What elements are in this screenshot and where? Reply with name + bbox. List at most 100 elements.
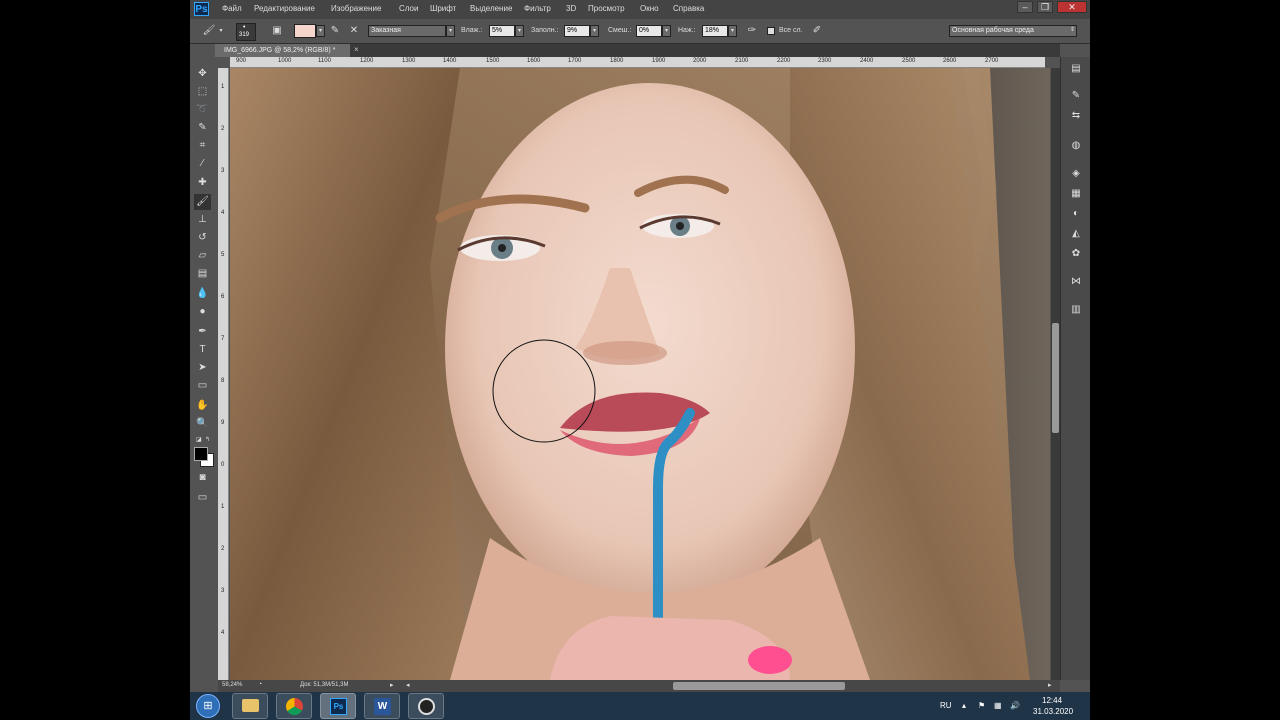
workspace-select[interactable]: Основная рабочая среда: [949, 25, 1077, 37]
photoshop-icon: Ps: [330, 698, 347, 715]
menu-layers[interactable]: Слои: [399, 4, 418, 13]
load-brush-icon[interactable]: ✎: [328, 24, 342, 38]
menu-window[interactable]: Окно: [640, 4, 659, 13]
hand-tool-icon[interactable]: ✋: [194, 398, 211, 414]
wet-chevron-icon[interactable]: ▾: [515, 25, 524, 37]
language-indicator[interactable]: RU: [940, 701, 952, 710]
move-tool-icon[interactable]: ✥: [194, 66, 211, 82]
mixer-preset-chevron-icon[interactable]: ▾: [446, 25, 455, 37]
load-chevron-icon[interactable]: ▾: [590, 25, 599, 37]
default-colors-icon[interactable]: ◪: [196, 436, 202, 443]
swatch-menu-chevron-icon[interactable]: ▾: [316, 25, 325, 37]
minimize-icon[interactable]: ‒: [1017, 1, 1033, 13]
color-panel-icon[interactable]: ◍: [1069, 139, 1083, 153]
shape-tool-icon[interactable]: ▭: [194, 378, 211, 394]
menu-file[interactable]: Файл: [222, 4, 242, 13]
menu-select[interactable]: Выделение: [470, 4, 512, 13]
properties-panel-icon[interactable]: ▥: [1069, 303, 1083, 317]
document-canvas[interactable]: [230, 68, 1050, 680]
clone-stamp-tool-icon[interactable]: ⊥: [194, 212, 211, 228]
gradient-tool-icon[interactable]: ▤: [194, 266, 211, 282]
foreground-color-swatch[interactable]: [194, 447, 208, 461]
menu-view[interactable]: Просмотр: [588, 4, 625, 13]
swap-colors-icon[interactable]: ↰: [205, 436, 210, 443]
document-tab[interactable]: IMG_6966.JPG @ 58,2% (RGB/8) *: [215, 44, 350, 57]
horizontal-scroll-thumb[interactable]: [673, 682, 845, 690]
workspace-chevron-icon[interactable]: ⇕: [1070, 26, 1075, 33]
menu-3d[interactable]: 3D: [566, 4, 576, 13]
chrome-taskbar-icon[interactable]: [276, 693, 312, 719]
path-select-tool-icon[interactable]: ➤: [194, 360, 211, 376]
menu-filter[interactable]: Фильтр: [524, 4, 551, 13]
styles-panel-icon[interactable]: ◭: [1069, 227, 1083, 241]
clean-brush-icon[interactable]: ✕: [347, 24, 361, 38]
load-input[interactable]: 9%: [564, 25, 590, 37]
vertical-scrollbar[interactable]: [1051, 68, 1060, 680]
zoom-level[interactable]: 58,24%: [222, 682, 242, 688]
vertical-scroll-thumb[interactable]: [1052, 323, 1059, 433]
load-swatch[interactable]: [294, 24, 316, 38]
chevron-down-icon[interactable]: ▾: [217, 24, 225, 38]
scroll-right-icon[interactable]: ▸: [1048, 681, 1052, 689]
obs-taskbar-icon[interactable]: [408, 693, 444, 719]
action-center-icon[interactable]: ⚑: [978, 701, 985, 710]
scroll-left-icon[interactable]: ◂: [406, 681, 410, 689]
lasso-tool-icon[interactable]: ➰: [194, 102, 211, 118]
photoshop-taskbar-icon[interactable]: Ps: [320, 693, 356, 719]
blur-tool-icon[interactable]: 💧: [194, 286, 211, 302]
menu-edit[interactable]: Редактирование: [254, 4, 315, 13]
character-panel-icon[interactable]: ⋈: [1069, 275, 1083, 289]
status-info-icon[interactable]: ◔: [258, 681, 262, 688]
menu-image[interactable]: Изображение: [331, 4, 381, 13]
word-taskbar-icon[interactable]: W: [364, 693, 400, 719]
eyedropper-tool-icon[interactable]: ⁄: [194, 156, 211, 172]
healing-brush-tool-icon[interactable]: ✚: [194, 175, 211, 191]
network-icon[interactable]: ▦: [994, 701, 1002, 710]
explorer-taskbar-icon[interactable]: [232, 693, 268, 719]
menu-help[interactable]: Справка: [673, 4, 704, 13]
volume-icon[interactable]: 🔊: [1010, 701, 1020, 710]
brush-preset-picker[interactable]: • 319: [236, 23, 256, 41]
word-icon: W: [374, 698, 391, 715]
clock-time[interactable]: 12:44: [1042, 696, 1062, 705]
history-brush-tool-icon[interactable]: ↺: [194, 230, 211, 246]
quick-select-tool-icon[interactable]: ✎: [194, 120, 211, 136]
screen-mode-icon[interactable]: ▭: [194, 490, 211, 506]
eraser-tool-icon[interactable]: ▱: [194, 248, 211, 264]
close-icon[interactable]: ✕: [1057, 1, 1087, 13]
crop-tool-icon[interactable]: ⌗: [194, 138, 211, 154]
channels-panel-icon[interactable]: ▦: [1069, 187, 1083, 201]
zoom-tool-icon[interactable]: 🔍: [194, 416, 211, 432]
wet-input[interactable]: 5%: [489, 25, 515, 37]
quick-mask-icon[interactable]: ◙: [194, 470, 211, 486]
brush-panel-icon[interactable]: ▣: [270, 24, 284, 38]
flow-chevron-icon[interactable]: ▾: [728, 25, 737, 37]
tab-close-icon[interactable]: ×: [354, 45, 359, 54]
start-button[interactable]: ⊞: [196, 694, 220, 718]
airbrush-icon[interactable]: ✑: [745, 24, 759, 38]
flow-input[interactable]: 18%: [702, 25, 728, 37]
dodge-tool-icon[interactable]: ●: [194, 304, 211, 320]
pen-tool-icon[interactable]: ✒: [194, 324, 211, 340]
mixer-brush-tool-icon[interactable]: 🖌: [202, 24, 216, 38]
all-layers-checkbox[interactable]: [767, 27, 775, 35]
tray-overflow-icon[interactable]: ▴: [962, 701, 966, 710]
restore-icon[interactable]: ❐: [1037, 1, 1053, 13]
layers-panel-icon[interactable]: ◈: [1069, 167, 1083, 181]
paths-panel-icon[interactable]: ◐: [1069, 207, 1083, 221]
mix-input[interactable]: 0%: [636, 25, 662, 37]
status-menu-arrow-icon[interactable]: ▸: [390, 681, 394, 689]
pressure-icon[interactable]: ✐: [810, 24, 824, 38]
marquee-tool-icon[interactable]: ⬚: [194, 84, 211, 100]
adjustments-icon[interactable]: ⇆: [1069, 109, 1083, 123]
type-tool-icon[interactable]: T: [194, 342, 211, 358]
swatches-panel-icon[interactable]: ✿: [1069, 247, 1083, 261]
brush-tool-icon[interactable]: 🖌: [194, 194, 211, 210]
brush-presets-icon[interactable]: ✎: [1069, 89, 1083, 103]
history-panel-icon[interactable]: ▤: [1069, 62, 1083, 76]
mix-chevron-icon[interactable]: ▾: [662, 25, 671, 37]
menu-type[interactable]: Шрифт: [430, 4, 456, 13]
ruler-label: 8: [221, 378, 225, 384]
clock-date[interactable]: 31.03.2020: [1033, 707, 1073, 716]
mixer-preset-select[interactable]: Заказная: [368, 25, 446, 37]
